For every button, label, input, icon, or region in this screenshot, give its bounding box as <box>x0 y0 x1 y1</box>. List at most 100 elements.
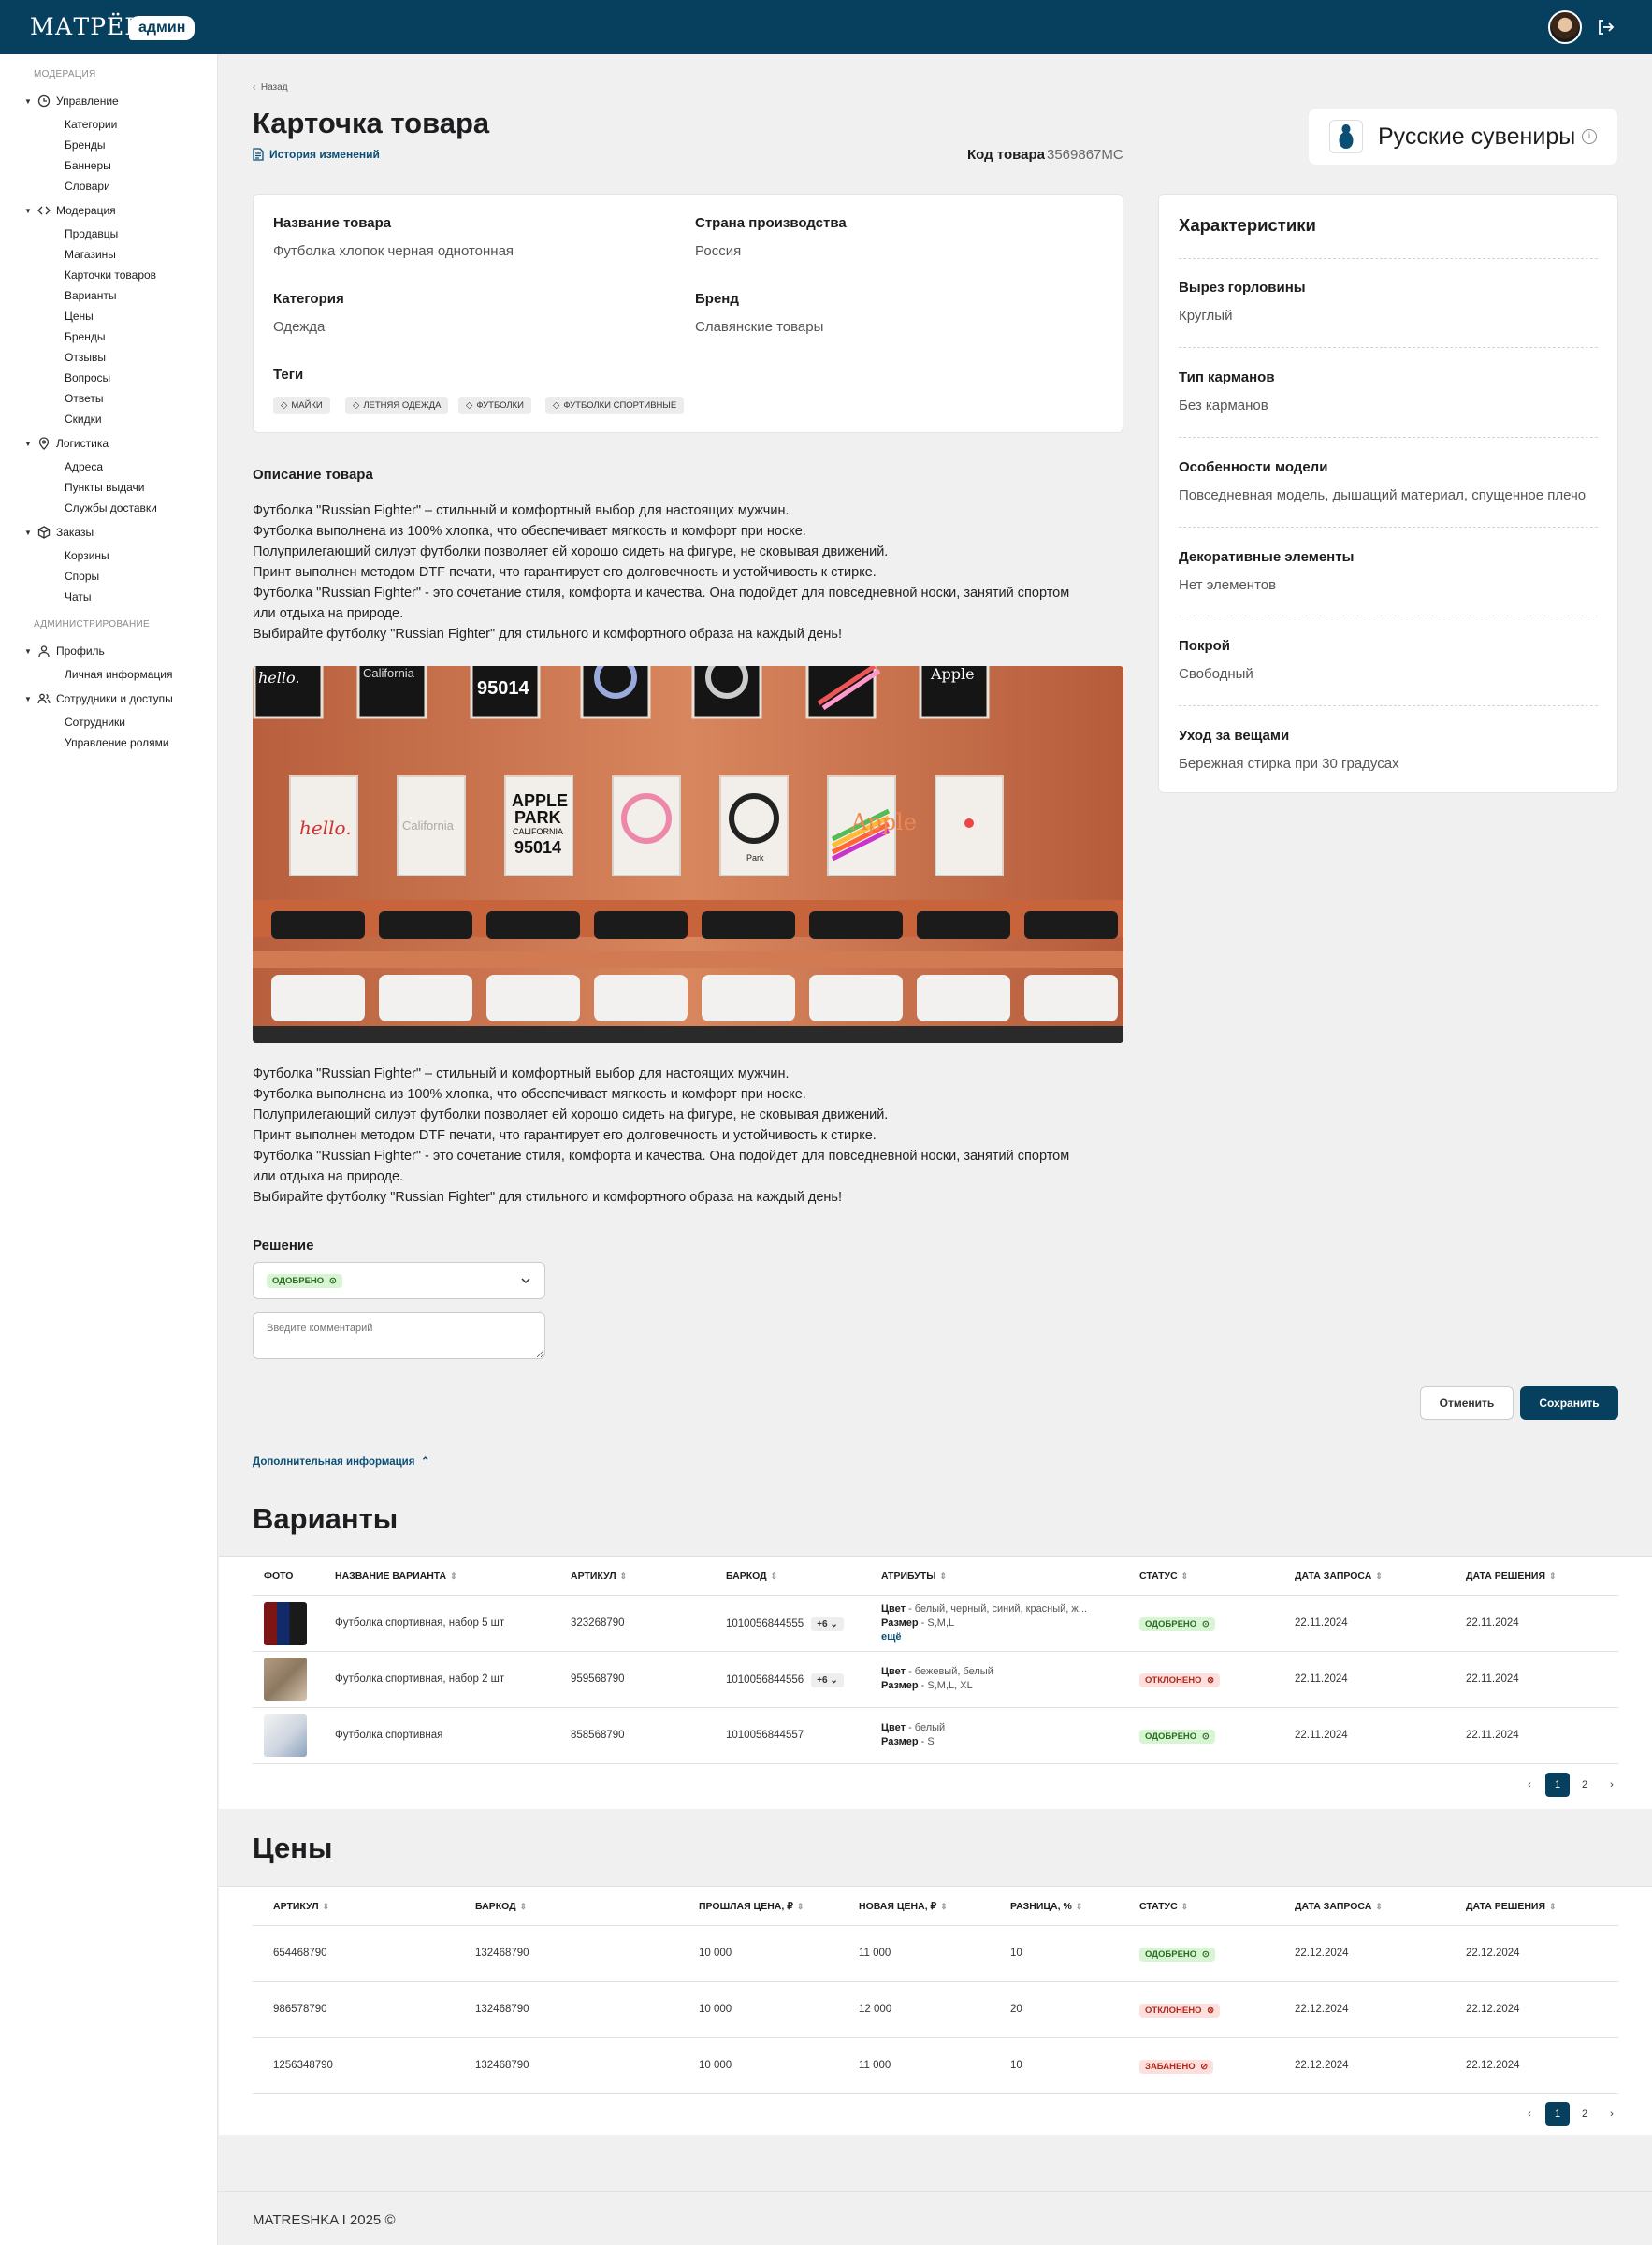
sort-icon[interactable]: ⇕ <box>1549 1572 1557 1581</box>
user-icon <box>38 645 50 658</box>
additional-info-toggle[interactable]: Дополнительная информация ⌃ <box>253 1455 429 1468</box>
sort-icon[interactable]: ⇕ <box>450 1572 457 1581</box>
prev-page-icon[interactable]: ‹ <box>1517 1773 1542 1797</box>
sort-icon[interactable]: ⇕ <box>1181 1902 1189 1911</box>
comment-input[interactable] <box>253 1312 545 1359</box>
sidebar-group-orders[interactable]: ▼ Заказы <box>24 525 94 540</box>
sort-icon[interactable]: ⇕ <box>1549 1902 1557 1911</box>
divider <box>1179 258 1598 259</box>
sort-icon[interactable]: ⇕ <box>1375 1572 1383 1581</box>
sidebar-item-dictionaries[interactable]: Словари <box>65 179 110 194</box>
sidebar-item-chats[interactable]: Чаты <box>65 589 92 604</box>
sidebar-item-prices[interactable]: Цены <box>65 309 94 324</box>
sort-icon[interactable]: ⇕ <box>797 1902 804 1911</box>
sort-icon[interactable]: ⇕ <box>940 1572 948 1581</box>
next-page-icon[interactable]: › <box>1600 2102 1624 2126</box>
country-label: Страна производства <box>695 215 847 231</box>
page-button[interactable]: 2 <box>1572 2102 1597 2126</box>
column-header[interactable]: дата решения ⇕ <box>1466 1901 1557 1912</box>
column-header[interactable]: баркод ⇕ <box>475 1901 527 1912</box>
sidebar-item-delivery-services[interactable]: Службы доставки <box>65 500 157 515</box>
show-more-link[interactable]: ещё <box>881 1630 1087 1644</box>
sidebar-item-reviews[interactable]: Отзывы <box>65 350 106 365</box>
sort-icon[interactable]: ⇕ <box>520 1902 528 1911</box>
sidebar-item-discounts[interactable]: Скидки <box>65 412 102 427</box>
sidebar-item-sellers[interactable]: Продавцы <box>65 226 118 241</box>
sidebar-item-personal-info[interactable]: Личная информация <box>65 667 173 682</box>
sidebar-item-categories[interactable]: Категории <box>65 117 117 132</box>
sidebar-item-addresses[interactable]: Адреса <box>65 459 103 474</box>
column-header[interactable]: статус ⇕ <box>1139 1901 1188 1912</box>
page-button[interactable]: 1 <box>1545 1773 1570 1797</box>
tag: ◇ летняя одежда <box>345 397 449 414</box>
page-button[interactable]: 1 <box>1545 2102 1570 2126</box>
status-badge: забанено ⊘ <box>1139 2060 1214 2074</box>
sidebar-item-pickup-points[interactable]: Пункты выдачи <box>65 480 144 495</box>
column-header[interactable]: дата запроса ⇕ <box>1295 1901 1383 1912</box>
sort-icon[interactable]: ⇕ <box>323 1902 330 1911</box>
column-header-label: прошлая цена, ₽ <box>699 1901 793 1912</box>
column-header[interactable]: дата решения ⇕ <box>1466 1571 1557 1582</box>
sort-icon[interactable]: ⇕ <box>1181 1572 1189 1581</box>
column-header[interactable]: название варианта ⇕ <box>335 1571 457 1582</box>
sidebar-group-profile[interactable]: ▼ Профиль <box>24 644 105 659</box>
sidebar-group-management[interactable]: ▼ Управление <box>24 94 119 109</box>
sidebar-item-brands-moderation[interactable]: Бренды <box>65 329 105 344</box>
sidebar-group-logistics[interactable]: ▼ Логистика <box>24 436 109 451</box>
more-barcodes-button[interactable]: +6 ⌄ <box>811 1617 844 1631</box>
column-header[interactable]: новая цена, ₽ ⇕ <box>859 1901 948 1912</box>
column-header[interactable]: атрибуты ⇕ <box>881 1571 947 1582</box>
clock-icon <box>37 94 51 108</box>
history-link[interactable]: История изменений <box>253 148 380 161</box>
sort-icon[interactable]: ⇕ <box>1076 1902 1083 1911</box>
sidebar-group-staff[interactable]: ▼ Сотрудники и доступы <box>24 691 173 706</box>
image-text: APPLE <box>512 791 568 810</box>
variant-name[interactable]: Футболка спортивная, набор 2 шт <box>335 1673 504 1685</box>
avatar[interactable] <box>1548 10 1582 44</box>
shop-card[interactable]: Русские сувениры i <box>1309 109 1617 165</box>
sidebar-item-variants[interactable]: Варианты <box>65 288 116 303</box>
column-header[interactable]: прошлая цена, ₽ ⇕ <box>699 1901 804 1912</box>
prev-page-icon[interactable]: ‹ <box>1517 2102 1542 2126</box>
sidebar-item-employees[interactable]: Сотрудники <box>65 715 125 730</box>
sidebar-item-carts[interactable]: Корзины <box>65 548 109 563</box>
variant-name[interactable]: Футболка спортивная, набор 5 шт <box>335 1617 504 1629</box>
variant-thumbnail[interactable] <box>264 1602 307 1645</box>
column-header[interactable]: разница, % ⇕ <box>1010 1901 1082 1912</box>
column-header[interactable]: статус ⇕ <box>1139 1571 1188 1582</box>
decision-select[interactable]: одобрено ⊙ <box>253 1262 545 1299</box>
save-button[interactable]: Сохранить <box>1520 1386 1618 1420</box>
brand-label: Бренд <box>695 291 739 307</box>
sidebar-group-moderation[interactable]: ▼ Модерация <box>24 203 116 218</box>
more-barcodes-button[interactable]: +6 ⌄ <box>811 1673 844 1687</box>
sidebar-item-answers[interactable]: Ответы <box>65 391 103 406</box>
column-header-label: атрибуты <box>881 1571 936 1582</box>
column-header[interactable]: артикул ⇕ <box>273 1901 329 1912</box>
sidebar-item-product-cards[interactable]: Карточки товаров <box>65 268 156 282</box>
sort-icon[interactable]: ⇕ <box>620 1572 628 1581</box>
next-page-icon[interactable]: › <box>1600 1773 1624 1797</box>
variant-thumbnail[interactable] <box>264 1714 307 1757</box>
sidebar-item-roles[interactable]: Управление ролями <box>65 735 169 750</box>
back-link[interactable]: ‹ Назад <box>253 82 288 93</box>
sort-icon[interactable]: ⇕ <box>771 1572 778 1581</box>
logout-icon[interactable] <box>1596 18 1615 36</box>
variant-name[interactable]: Футболка спортивная <box>335 1730 442 1741</box>
char-label: Особенности модели <box>1179 459 1328 475</box>
info-icon[interactable]: i <box>1582 129 1597 144</box>
cancel-button[interactable]: Отменить <box>1420 1386 1514 1420</box>
column-header[interactable]: баркод ⇕ <box>726 1571 777 1582</box>
sidebar-item-shops[interactable]: Магазины <box>65 247 116 262</box>
column-header[interactable]: артикул ⇕ <box>571 1571 627 1582</box>
variant-thumbnail[interactable] <box>264 1658 307 1701</box>
page-button[interactable]: 2 <box>1572 1773 1597 1797</box>
sort-icon[interactable]: ⇕ <box>1375 1902 1383 1911</box>
column-header[interactable]: дата запроса ⇕ <box>1295 1571 1383 1582</box>
sort-icon[interactable]: ⇕ <box>940 1902 948 1911</box>
sidebar-item-banners[interactable]: Баннеры <box>65 158 111 173</box>
sidebar-item-disputes[interactable]: Споры <box>65 569 99 584</box>
document-icon <box>253 148 264 161</box>
sidebar-item-questions[interactable]: Вопросы <box>65 370 110 385</box>
description-title: Описание товара <box>253 467 373 483</box>
sidebar-item-brands[interactable]: Бренды <box>65 138 105 152</box>
